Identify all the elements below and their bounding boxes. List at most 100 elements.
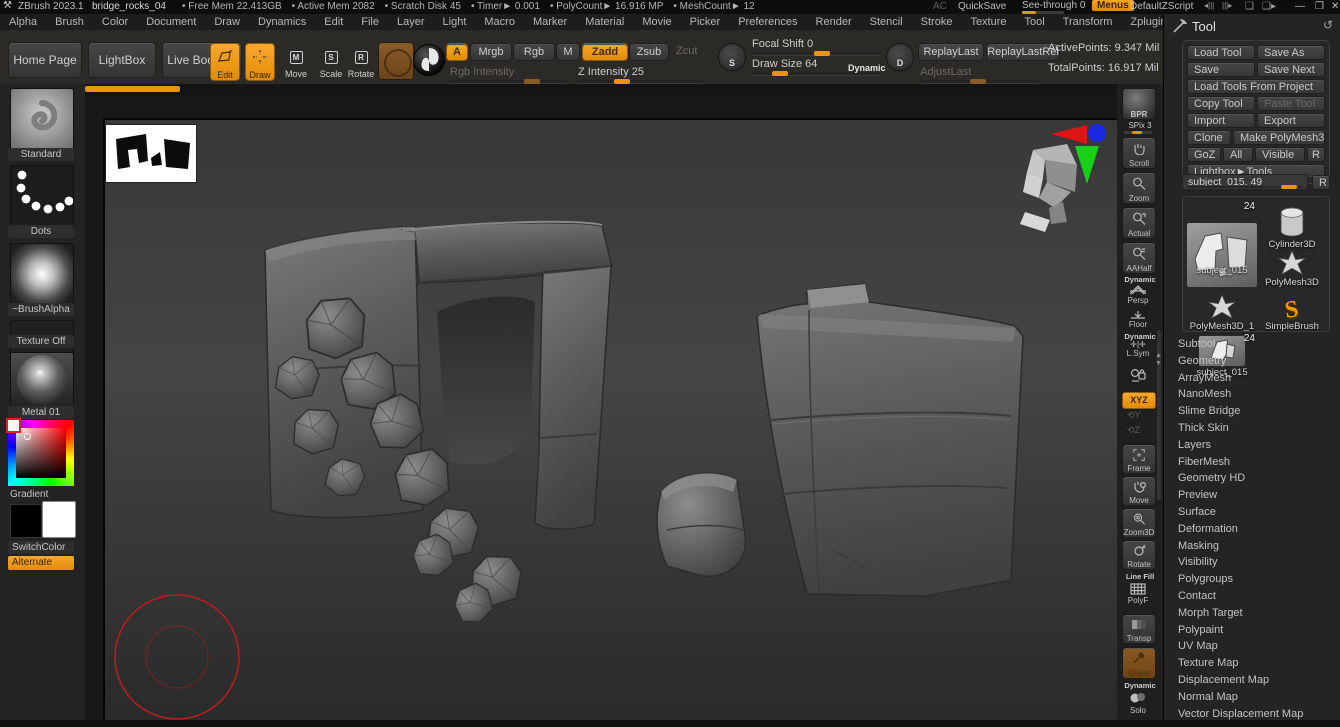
material-thumbnail[interactable]	[413, 44, 445, 76]
gradient-label[interactable]: Gradient	[10, 488, 76, 501]
tool-r-button[interactable]: R	[1312, 175, 1330, 190]
alpha-thumbnail[interactable]	[10, 243, 74, 305]
menu-item[interactable]: Dynamics	[249, 16, 315, 28]
menu-item[interactable]: Render	[807, 16, 861, 28]
secondary-color-swatch[interactable]	[42, 501, 76, 538]
subpalette-row[interactable]: Polypaint	[1164, 622, 1340, 639]
zcut-button[interactable]: Zcut	[676, 45, 697, 57]
lightbox-button[interactable]: LightBox	[88, 42, 156, 78]
aahalf-button[interactable]: AAHalf	[1122, 242, 1156, 274]
document-minimap[interactable]	[105, 124, 197, 183]
minimize-icon[interactable]: —	[1295, 1, 1305, 12]
material-metal-thumbnail[interactable]	[10, 352, 74, 408]
frame-button[interactable]: Frame	[1122, 444, 1156, 474]
subpalette-row[interactable]: Layers	[1164, 437, 1340, 454]
rotate-view-button[interactable]: Rotate	[1122, 540, 1156, 570]
subpalette-row[interactable]: Visibility	[1164, 554, 1340, 571]
save-button[interactable]: Save	[1187, 62, 1255, 77]
z-intensity-track[interactable]	[578, 80, 704, 83]
subpalette-row[interactable]: Normal Map	[1164, 689, 1340, 706]
subpalette-row[interactable]: Subtool	[1164, 336, 1340, 353]
copy-tool-button[interactable]: Copy Tool	[1187, 96, 1255, 111]
y-rotate-icon[interactable]: ⟲Y	[1127, 410, 1141, 421]
goz-r-button[interactable]: R	[1307, 147, 1325, 162]
scroll-button[interactable]: Scroll	[1122, 137, 1156, 169]
move-button[interactable]: M Move	[282, 45, 310, 79]
sv-square[interactable]	[16, 428, 66, 478]
rgb-intensity-track[interactable]	[450, 80, 568, 83]
stack-icon[interactable]: ❏	[1245, 1, 1254, 12]
persp-button[interactable]: Persp	[1122, 283, 1154, 305]
save-as-button[interactable]: Save As	[1257, 45, 1325, 60]
tool-item-simplebrush[interactable]: S SimpleBrush	[1258, 288, 1326, 332]
xyz-rotate-button[interactable]: XYZ	[1122, 392, 1156, 409]
subpalette-row[interactable]: Deformation	[1164, 521, 1340, 538]
menu-item[interactable]: Picker	[681, 16, 730, 28]
subpalette-row[interactable]: Thick Skin	[1164, 420, 1340, 437]
subpalette-row[interactable]: Slime Bridge	[1164, 403, 1340, 420]
main-color-swatch[interactable]	[10, 504, 42, 538]
menu-item[interactable]: Alpha	[0, 16, 46, 28]
m-button[interactable]: M	[556, 43, 580, 61]
subpalette-row[interactable]: UV Map	[1164, 638, 1340, 655]
menu-item[interactable]: Layer	[388, 16, 434, 28]
load-tools-from-project-button[interactable]: Load Tools From Project	[1187, 79, 1325, 94]
rotate-button[interactable]: R Rotate	[347, 45, 375, 79]
lsym-button[interactable]: ✛|✛ L.Sym	[1122, 340, 1154, 358]
color-a-button[interactable]: A	[446, 43, 468, 61]
spix-track[interactable]	[1124, 131, 1152, 134]
subpalette-row[interactable]: Geometry HD	[1164, 470, 1340, 487]
goz-button[interactable]: GoZ	[1187, 147, 1221, 162]
subpalette-row[interactable]: Surface	[1164, 504, 1340, 521]
dock-right-icon[interactable]: |||▸	[1222, 1, 1232, 10]
visible-button[interactable]: Visible	[1255, 147, 1305, 162]
dock-left-icon[interactable]: ◂|||	[1204, 1, 1214, 10]
menu-item[interactable]: Tool	[1016, 16, 1054, 28]
focal-shift-track[interactable]	[752, 52, 880, 55]
subpalette-row[interactable]: FiberMesh	[1164, 454, 1340, 471]
local-pivot-button[interactable]	[1122, 362, 1154, 388]
subpalette-row[interactable]: Texture Map	[1164, 655, 1340, 672]
menu-item[interactable]: Marker	[524, 16, 576, 28]
zsub-button[interactable]: Zsub	[629, 43, 669, 61]
subpalette-row[interactable]: Displacement Map	[1164, 672, 1340, 689]
brush-name-label[interactable]: Standard	[8, 148, 74, 161]
switch-color-button[interactable]: SwitchColor	[8, 541, 74, 554]
subpalette-row[interactable]: Contact	[1164, 588, 1340, 605]
restore-icon[interactable]: ❐	[1315, 1, 1324, 12]
alternate-button[interactable]: Alternate	[8, 556, 74, 570]
bpr-render-button[interactable]: BPR	[1122, 88, 1156, 120]
z-intensity-slider[interactable]: Z Intensity 25	[578, 66, 644, 78]
polyf-button[interactable]: PolyF	[1122, 581, 1154, 605]
stack-next-icon[interactable]: ❏▸	[1262, 1, 1276, 12]
menu-item[interactable]: Transform	[1054, 16, 1122, 28]
tool-item-polymesh3d[interactable]: PolyMesh3D	[1258, 250, 1326, 288]
subpalette-row[interactable]: Morph Target	[1164, 605, 1340, 622]
alpha-name-label[interactable]: ~BrushAlpha	[8, 303, 74, 316]
mrgb-button[interactable]: Mrgb	[470, 43, 512, 61]
stroke-s-circle-button[interactable]: S	[718, 43, 746, 71]
default-zscript-button[interactable]: DefaultZScript	[1130, 1, 1193, 12]
menu-item[interactable]: Stroke	[912, 16, 962, 28]
subpalette-row[interactable]: Geometry	[1164, 353, 1340, 370]
canvas-h-scrollbar[interactable]	[85, 86, 180, 92]
all-button[interactable]: All	[1223, 147, 1253, 162]
save-next-button[interactable]: Save Next	[1257, 62, 1325, 77]
menus-button[interactable]: Menus	[1092, 0, 1134, 11]
menu-item[interactable]: Color	[93, 16, 137, 28]
brush-standard-thumbnail[interactable]	[10, 88, 74, 150]
replay-d-circle-button[interactable]: D	[886, 43, 914, 71]
subpalette-row[interactable]: Polygroups	[1164, 571, 1340, 588]
rgb-button[interactable]: Rgb	[513, 43, 555, 61]
adjust-last-slider[interactable]: AdjustLast	[920, 66, 971, 78]
home-page-button[interactable]: Home Page	[8, 42, 82, 78]
ghost-button[interactable]: Ghost	[1122, 647, 1156, 679]
actual-button[interactable]: Actual	[1122, 207, 1156, 239]
menu-item[interactable]: Stencil	[861, 16, 912, 28]
menu-item[interactable]: Draw	[205, 16, 249, 28]
stroke-dots-thumbnail[interactable]	[10, 165, 74, 227]
menu-item[interactable]: Light	[434, 16, 476, 28]
scale-button[interactable]: S Scale	[317, 45, 345, 79]
zoom3d-button[interactable]: Zoom3D	[1122, 508, 1156, 538]
viewport-document[interactable]	[103, 118, 1117, 720]
